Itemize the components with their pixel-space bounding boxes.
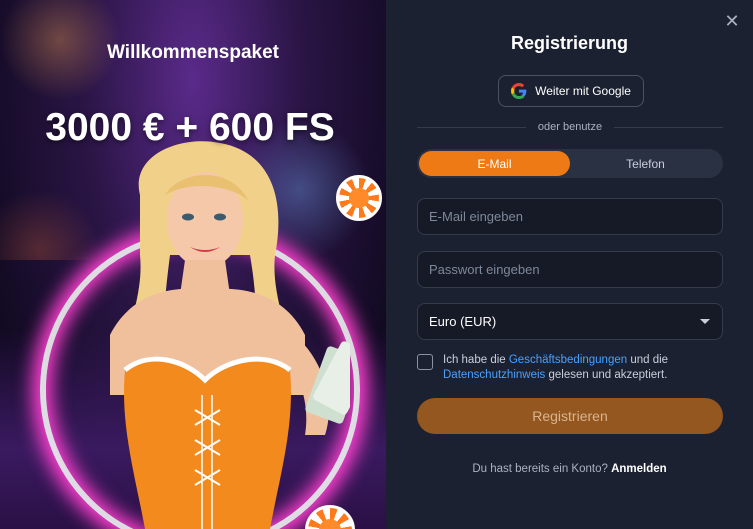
email-input[interactable]: E-Mail eingeben (417, 198, 723, 235)
divider-line (614, 126, 723, 128)
login-prompt-text: Du hast bereits ein Konto? (472, 463, 612, 475)
google-icon (511, 83, 527, 99)
terms-text-part: gelesen und akzeptiert. (545, 369, 668, 381)
registration-form-panel: ✕ Registrierung Weiter mit Google oder b… (386, 0, 753, 529)
terms-agreement: Ich habe die Geschäftsbedingungen und di… (417, 353, 723, 383)
divider-text: oder benutze (537, 121, 603, 133)
google-button-label: Weiter mit Google (535, 84, 631, 98)
currency-select[interactable]: Euro (EUR) (417, 303, 723, 340)
promo-panel: Willkommenspaket 3000 € + 600 FS (0, 0, 386, 529)
close-icon[interactable]: ✕ (723, 12, 741, 30)
register-button[interactable]: Registrieren (417, 398, 723, 434)
terms-checkbox[interactable] (417, 354, 433, 370)
terms-text: Ich habe die Geschäftsbedingungen und di… (443, 353, 723, 383)
google-signin-button[interactable]: Weiter mit Google (498, 75, 644, 107)
terms-text-part: und die (627, 354, 669, 366)
form-title: Registrierung (510, 33, 629, 53)
currency-value: Euro (EUR) (429, 314, 497, 329)
login-prompt: Du hast bereits ein Konto? Anmelden (386, 463, 753, 475)
terms-link[interactable]: Geschäftsbedingungen (509, 354, 627, 366)
promo-amount: 3000 € + 600 FS (45, 106, 335, 149)
tab-phone[interactable]: Telefon (570, 151, 721, 176)
registration-modal: Willkommenspaket 3000 € + 600 FS ✕ Regis… (0, 0, 753, 529)
promo-model-image (110, 141, 350, 529)
chevron-down-icon (700, 319, 710, 324)
divider: oder benutze (417, 120, 723, 134)
signup-method-tabs: E-Mail Telefon (417, 149, 723, 178)
login-link[interactable]: Anmelden (611, 463, 667, 475)
divider-line (417, 126, 526, 128)
promo-title: Willkommenspaket (107, 42, 279, 63)
tab-email[interactable]: E-Mail (419, 151, 570, 176)
password-input[interactable]: Passwort eingeben (417, 251, 723, 288)
terms-text-part: Ich habe die (443, 354, 509, 366)
privacy-link[interactable]: Datenschutzhinweis (443, 369, 545, 381)
